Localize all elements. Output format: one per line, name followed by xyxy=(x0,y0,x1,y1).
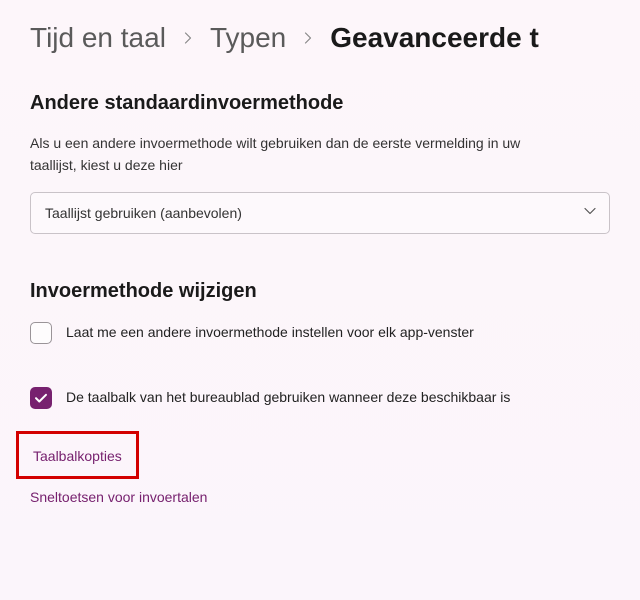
section-description-default-input: Als u een andere invoermethode wilt gebr… xyxy=(30,133,570,176)
breadcrumb: Tijd en taal Typen Geavanceerde t xyxy=(0,0,640,62)
checkbox-desktop-langbar[interactable] xyxy=(30,387,52,409)
chevron-right-icon xyxy=(302,27,314,50)
annotation-highlight: Taalbalkopties xyxy=(16,431,139,479)
checkbox-label-per-window: Laat me een andere invoermethode instell… xyxy=(66,321,474,344)
default-input-select-value: Taallijst gebruiken (aanbevolen) xyxy=(45,205,242,221)
checkbox-per-window[interactable] xyxy=(30,322,52,344)
section-heading-default-input: Andere standaardinvoermethode xyxy=(30,92,610,115)
page-content: Andere standaardinvoermethode Als u een … xyxy=(0,62,640,525)
checkbox-row-per-window: Laat me een andere invoermethode instell… xyxy=(30,321,610,344)
link-language-bar-options[interactable]: Taalbalkopties xyxy=(33,444,122,468)
link-list: Taalbalkopties Sneltoetsen voor invoerta… xyxy=(30,431,610,525)
breadcrumb-link-time-language[interactable]: Tijd en taal xyxy=(30,22,166,54)
breadcrumb-link-typing[interactable]: Typen xyxy=(210,22,286,54)
default-input-select[interactable]: Taallijst gebruiken (aanbevolen) xyxy=(30,192,610,234)
checkbox-row-desktop-langbar: De taalbalk van het bureaublad gebruiken… xyxy=(30,386,610,409)
chevron-right-icon xyxy=(182,27,194,50)
section-heading-change-input: Invoermethode wijzigen xyxy=(30,280,610,303)
link-hotkeys-input-languages[interactable]: Sneltoetsen voor invoertalen xyxy=(30,485,207,509)
breadcrumb-current: Geavanceerde t xyxy=(330,22,539,54)
checkbox-label-desktop-langbar: De taalbalk van het bureaublad gebruiken… xyxy=(66,386,510,409)
